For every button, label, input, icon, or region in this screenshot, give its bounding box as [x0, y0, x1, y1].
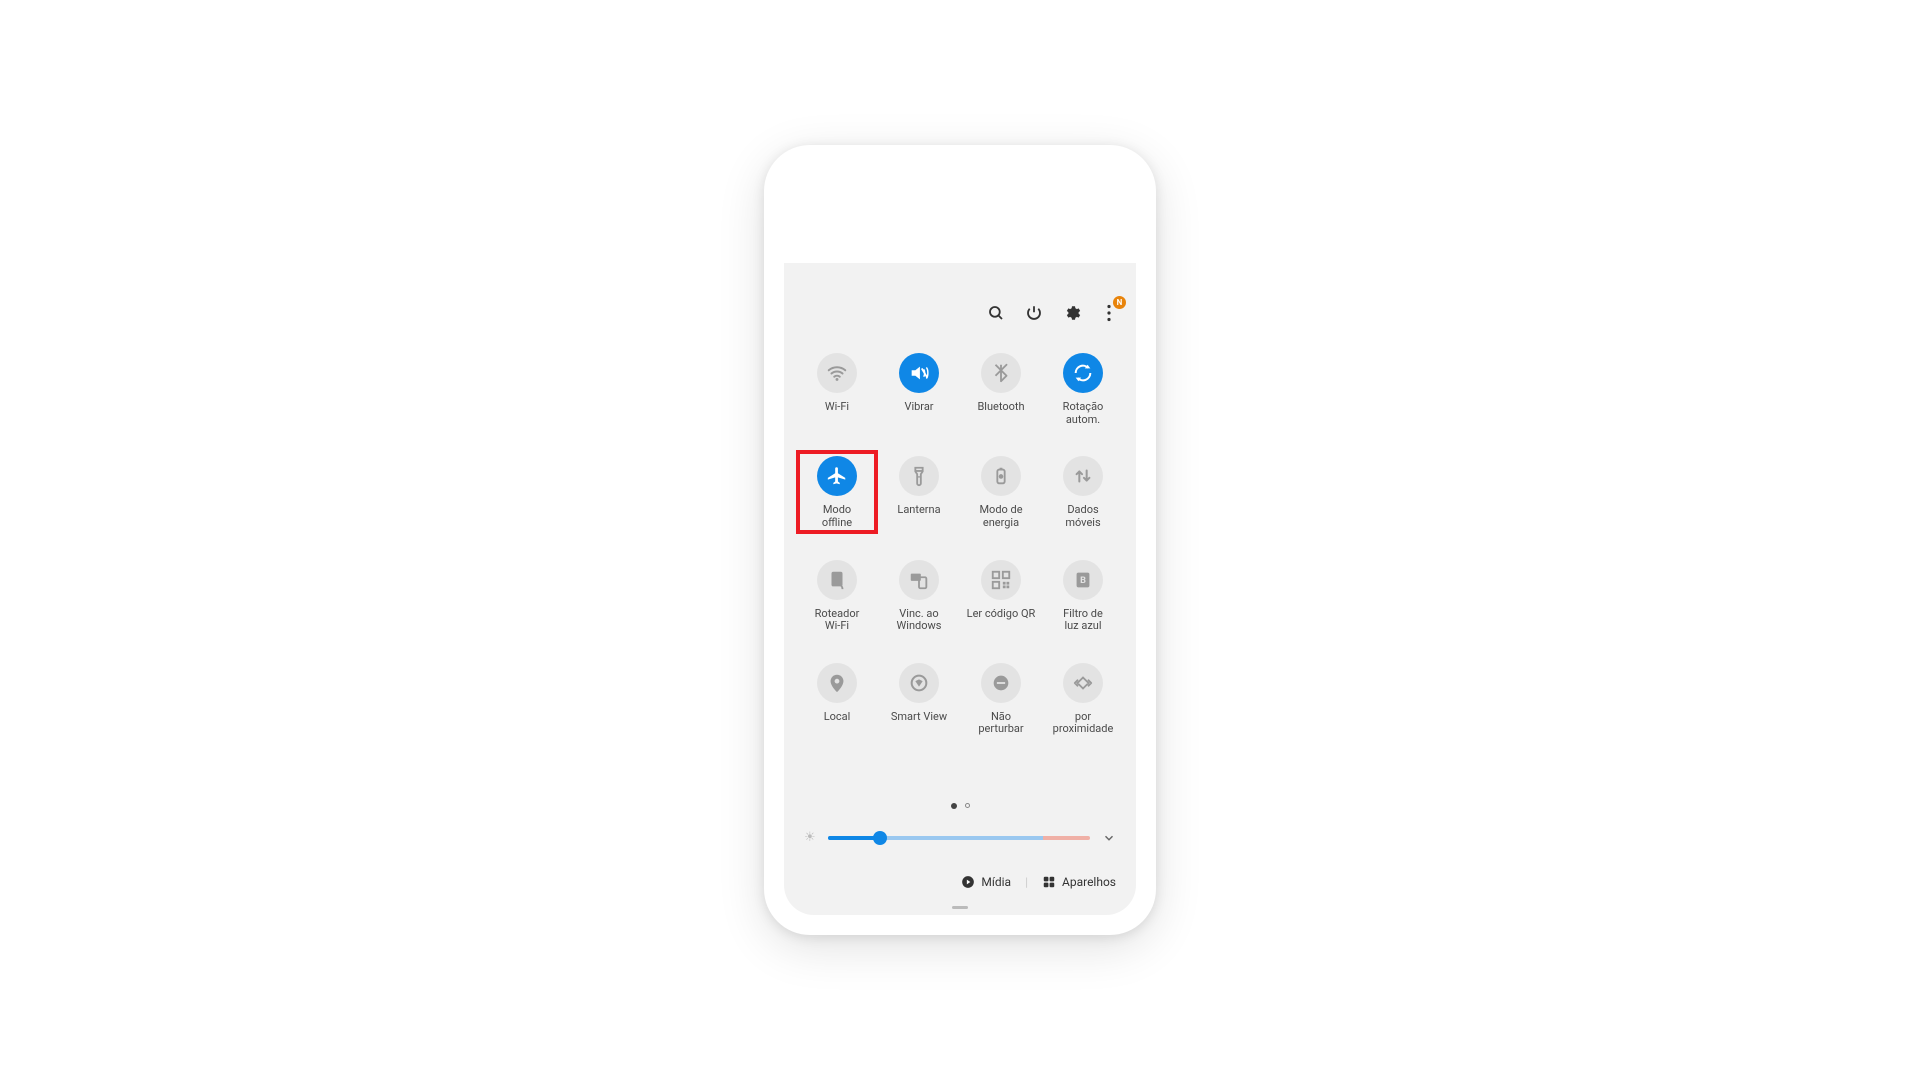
qs-tile-bluetooth[interactable]: Bluetooth — [960, 347, 1042, 430]
qs-tile-label: Smart View — [891, 711, 947, 724]
devices-label: Aparelhos — [1062, 875, 1116, 889]
qs-tile-label: Vibrar — [904, 401, 933, 414]
grid-icon — [1042, 875, 1056, 889]
qs-tile-local[interactable]: Local — [796, 657, 878, 740]
brightness-icon: ☀ — [804, 830, 816, 845]
gear-icon[interactable] — [1062, 303, 1082, 323]
flashlight-icon — [899, 456, 939, 496]
qs-tile-ler-qr[interactable]: Ler código QR — [960, 554, 1042, 637]
pager-dot-active — [951, 803, 957, 809]
media-label: Mídia — [981, 875, 1011, 889]
qs-tile-label: por proximidade — [1044, 711, 1122, 736]
divider: | — [1025, 875, 1028, 889]
page-indicator — [784, 803, 1136, 809]
rotate-icon — [1063, 353, 1103, 393]
airplane-icon — [817, 456, 857, 496]
play-circle-icon — [961, 875, 975, 889]
hotspot-icon — [817, 560, 857, 600]
brightness-slider[interactable] — [828, 836, 1090, 840]
qs-tile-label: Rotação autom. — [1063, 401, 1104, 426]
nearby-icon — [1063, 663, 1103, 703]
bluetooth-icon — [981, 353, 1021, 393]
qs-tile-label: Vinc. ao Windows — [897, 608, 942, 633]
bottom-actions: Mídia | Aparelhos — [961, 875, 1116, 889]
notification-badge: N — [1113, 296, 1126, 309]
qs-tile-modo-energia[interactable]: Modo de energia — [960, 450, 1042, 533]
dnd-icon — [981, 663, 1021, 703]
link-windows-icon — [899, 560, 939, 600]
header-icons: N — [986, 303, 1118, 323]
brightness-row: ☀ — [804, 830, 1116, 845]
quick-settings-grid: Wi-Fi Vibrar Bluetooth Rotação autom. Modo o… — [796, 347, 1124, 740]
qs-tile-label: Dados móveis — [1065, 504, 1100, 529]
quick-settings-panel: N Wi-Fi Vibrar Bluetooth Rotação autom. Modo… — [784, 263, 1136, 915]
qs-tile-lanterna[interactable]: Lanterna — [878, 450, 960, 533]
phone-screen: N Wi-Fi Vibrar Bluetooth Rotação autom. Modo… — [784, 165, 1136, 915]
qs-tile-label: Roteador Wi-Fi — [815, 608, 860, 633]
qs-tile-wifi[interactable]: Wi-Fi — [796, 347, 878, 430]
qs-tile-label: Wi-Fi — [825, 401, 849, 414]
smart-view-icon — [899, 663, 939, 703]
data-arrows-icon — [1063, 456, 1103, 496]
chevron-down-icon[interactable] — [1102, 831, 1116, 845]
qs-tile-rotacao[interactable]: Rotação autom. — [1042, 347, 1124, 430]
qs-tile-label: Ler código QR — [967, 608, 1036, 621]
qs-tile-nao-perturbar[interactable]: Não perturbar — [960, 657, 1042, 740]
qs-tile-label: Lanterna — [897, 504, 940, 517]
qs-tile-label: Local — [824, 711, 851, 724]
volume-vibrate-icon — [899, 353, 939, 393]
qr-icon — [981, 560, 1021, 600]
power-icon[interactable] — [1024, 303, 1044, 323]
phone-mockup: N Wi-Fi Vibrar Bluetooth Rotação autom. Modo… — [764, 145, 1156, 935]
qs-tile-label: Filtro de luz azul — [1063, 608, 1103, 633]
qs-tile-modo-offline[interactable]: Modo offline — [796, 450, 878, 533]
qs-tile-dados-moveis[interactable]: Dados móveis — [1042, 450, 1124, 533]
search-icon[interactable] — [986, 303, 1006, 323]
more-icon[interactable]: N — [1100, 303, 1118, 323]
media-button[interactable]: Mídia — [961, 875, 1011, 889]
drag-handle[interactable] — [952, 906, 968, 909]
qs-tile-roteador[interactable]: Roteador Wi-Fi — [796, 554, 878, 637]
qs-tile-label: Modo offline — [822, 504, 852, 529]
qs-tile-vinc-windows[interactable]: Vinc. ao Windows — [878, 554, 960, 637]
battery-power-icon — [981, 456, 1021, 496]
qs-tile-filtro-luz[interactable]: Filtro de luz azul — [1042, 554, 1124, 637]
wifi-icon — [817, 353, 857, 393]
qs-tile-vibrar[interactable]: Vibrar — [878, 347, 960, 430]
pager-dot-inactive — [965, 803, 970, 808]
qs-tile-smart-view[interactable]: Smart View — [878, 657, 960, 740]
qs-tile-label: Modo de energia — [979, 504, 1022, 529]
devices-button[interactable]: Aparelhos — [1042, 875, 1116, 889]
qs-tile-label: Bluetooth — [977, 401, 1024, 414]
location-icon — [817, 663, 857, 703]
bluelight-icon — [1063, 560, 1103, 600]
qs-tile-label: Não perturbar — [978, 711, 1023, 736]
qs-tile-proximidade[interactable]: por proximidade — [1042, 657, 1124, 740]
